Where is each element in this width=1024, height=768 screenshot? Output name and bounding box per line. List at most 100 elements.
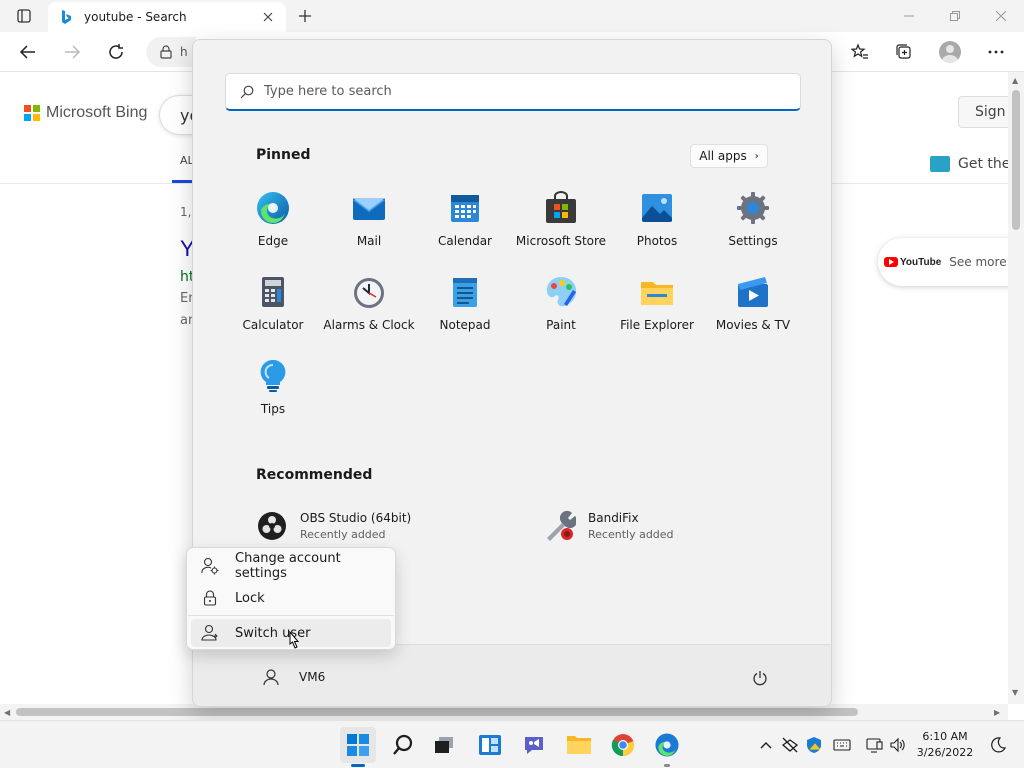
- recommended-name: OBS Studio (64bit): [300, 511, 412, 525]
- taskbar-widgets-button[interactable]: [472, 727, 508, 763]
- new-tab-button[interactable]: [292, 4, 318, 28]
- recommended-item-obs-studio[interactable]: OBS Studio (64bit) Recently added: [256, 510, 411, 542]
- scroll-left-icon[interactable]: ◀: [4, 708, 10, 717]
- switch-user-icon: [201, 624, 219, 642]
- close-window-button[interactable]: [978, 0, 1024, 32]
- taskbar-chat-button[interactable]: [516, 727, 552, 763]
- bing-logo-text: Microsoft Bing: [46, 104, 148, 121]
- pinned-app-edge[interactable]: Edge: [225, 182, 321, 260]
- power-icon: [753, 671, 767, 686]
- tray-network-button[interactable]: [778, 733, 802, 757]
- taskbar-start-button[interactable]: [340, 727, 376, 763]
- forward-button[interactable]: [56, 36, 88, 68]
- scroll-down-icon[interactable]: ▼: [1012, 688, 1018, 697]
- active-app-indicator: [351, 764, 365, 767]
- pinned-app-settings[interactable]: Settings: [705, 182, 801, 260]
- close-tab-button[interactable]: [260, 9, 276, 25]
- search-placeholder: Type here to search: [264, 84, 392, 99]
- minimize-icon: [904, 15, 914, 17]
- pinned-app-alarms-clock[interactable]: Alarms & Clock: [321, 266, 417, 344]
- app-label: Mail: [356, 234, 382, 248]
- minimize-button[interactable]: [886, 0, 932, 32]
- get-the-app-link[interactable]: Get the: [930, 156, 1010, 172]
- tray-volume-button[interactable]: [886, 733, 910, 757]
- scroll-up-icon[interactable]: ▲: [1012, 76, 1018, 85]
- scroll-right-icon[interactable]: ▶: [994, 708, 1000, 717]
- profile-button[interactable]: [934, 36, 966, 68]
- app-label: Tips: [260, 402, 286, 416]
- taskbar-edge-button[interactable]: [649, 727, 685, 763]
- pinned-app-mail[interactable]: Mail: [321, 182, 417, 260]
- app-label: Calendar: [438, 234, 492, 248]
- start-search-box[interactable]: Type here to search: [225, 73, 801, 111]
- shield-warning-icon: [807, 737, 821, 753]
- taskbar-clock[interactable]: 6:10 AM 3/26/2022: [912, 729, 978, 761]
- favorites-button[interactable]: [844, 36, 876, 68]
- user-icon: [263, 669, 279, 686]
- tray-focus-assist-button[interactable]: [986, 733, 1010, 757]
- pinned-app-microsoft-store[interactable]: Microsoft Store: [513, 182, 609, 260]
- keyboard-icon: [833, 739, 851, 751]
- youtube-see-more-card[interactable]: YouTube See more: [878, 238, 1018, 286]
- app-label: Edge: [257, 234, 289, 248]
- account-settings-icon: [201, 557, 219, 575]
- menu-item-lock[interactable]: Lock: [191, 584, 391, 612]
- menu-item-label: Change account settings: [235, 551, 341, 581]
- see-more-link[interactable]: See more: [949, 255, 1006, 269]
- pinned-app-calendar[interactable]: Calendar: [417, 182, 513, 260]
- tray-overflow-button[interactable]: [754, 733, 778, 757]
- pinned-app-photos[interactable]: Photos: [609, 182, 705, 260]
- tray-display-button[interactable]: [862, 733, 886, 757]
- horizontal-scroll-thumb[interactable]: [16, 708, 858, 716]
- recommended-item-bandifix[interactable]: BandiFix Recently added: [544, 510, 674, 542]
- vertical-scrollbar[interactable]: ▲ ▼: [1008, 72, 1024, 704]
- store-icon: [546, 191, 576, 223]
- restore-button[interactable]: [932, 0, 978, 32]
- pinned-app-calculator[interactable]: Calculator: [225, 266, 321, 344]
- tab-actions-button[interactable]: [8, 4, 40, 28]
- calendar-icon: [451, 195, 479, 222]
- photos-icon: [642, 194, 672, 222]
- all-apps-button[interactable]: All apps ›: [690, 144, 768, 168]
- address-bar[interactable]: h: [146, 37, 196, 67]
- recommended-subtitle: Recently added: [588, 528, 674, 541]
- chevron-right-icon: ›: [754, 150, 759, 162]
- all-apps-label: All apps: [699, 149, 747, 163]
- chevron-up-icon: [760, 742, 772, 749]
- get-the-text: Get the: [958, 156, 1011, 172]
- collections-icon: [896, 44, 911, 59]
- app-label: Settings: [728, 234, 778, 248]
- edge-icon: [257, 192, 289, 224]
- settings-more-button[interactable]: [980, 36, 1012, 68]
- user-account-button[interactable]: VM6: [255, 661, 325, 693]
- collections-button[interactable]: [888, 36, 920, 68]
- pinned-app-movies-tv[interactable]: Movies & TV: [705, 266, 801, 344]
- taskbar-search-button[interactable]: [385, 727, 421, 763]
- display-icon: [866, 738, 883, 753]
- taskbar-task-view-button[interactable]: [426, 727, 462, 763]
- power-button[interactable]: [745, 663, 775, 693]
- pinned-app-tips[interactable]: Tips: [225, 350, 321, 428]
- taskbar-file-explorer-button[interactable]: [561, 727, 597, 763]
- refresh-button[interactable]: [100, 36, 132, 68]
- tray-keyboard-button[interactable]: [830, 733, 854, 757]
- arrow-right-icon: [65, 45, 81, 59]
- menu-item-change-account-settings[interactable]: Change account settings: [191, 551, 391, 581]
- task-view-icon: [435, 737, 453, 753]
- back-button[interactable]: [12, 36, 44, 68]
- app-label: Movies & TV: [715, 318, 791, 332]
- browser-tab-youtube-search[interactable]: youtube - Search: [48, 2, 286, 32]
- browser-tab-bar: youtube - Search: [0, 0, 1024, 32]
- tab-title: youtube - Search: [84, 10, 187, 24]
- pinned-app-notepad[interactable]: Notepad: [417, 266, 513, 344]
- tray-security-button[interactable]: [802, 733, 826, 757]
- menu-divider: [188, 615, 394, 616]
- bing-logo[interactable]: Microsoft Bing: [24, 104, 147, 122]
- mail-icon: [353, 198, 385, 220]
- pinned-app-file-explorer[interactable]: File Explorer: [609, 266, 705, 344]
- close-icon: [996, 11, 1006, 21]
- taskbar-chrome-button[interactable]: [605, 727, 641, 763]
- vertical-scroll-thumb[interactable]: [1012, 90, 1020, 230]
- pinned-app-paint[interactable]: Paint: [513, 266, 609, 344]
- user-avatar: [255, 661, 287, 693]
